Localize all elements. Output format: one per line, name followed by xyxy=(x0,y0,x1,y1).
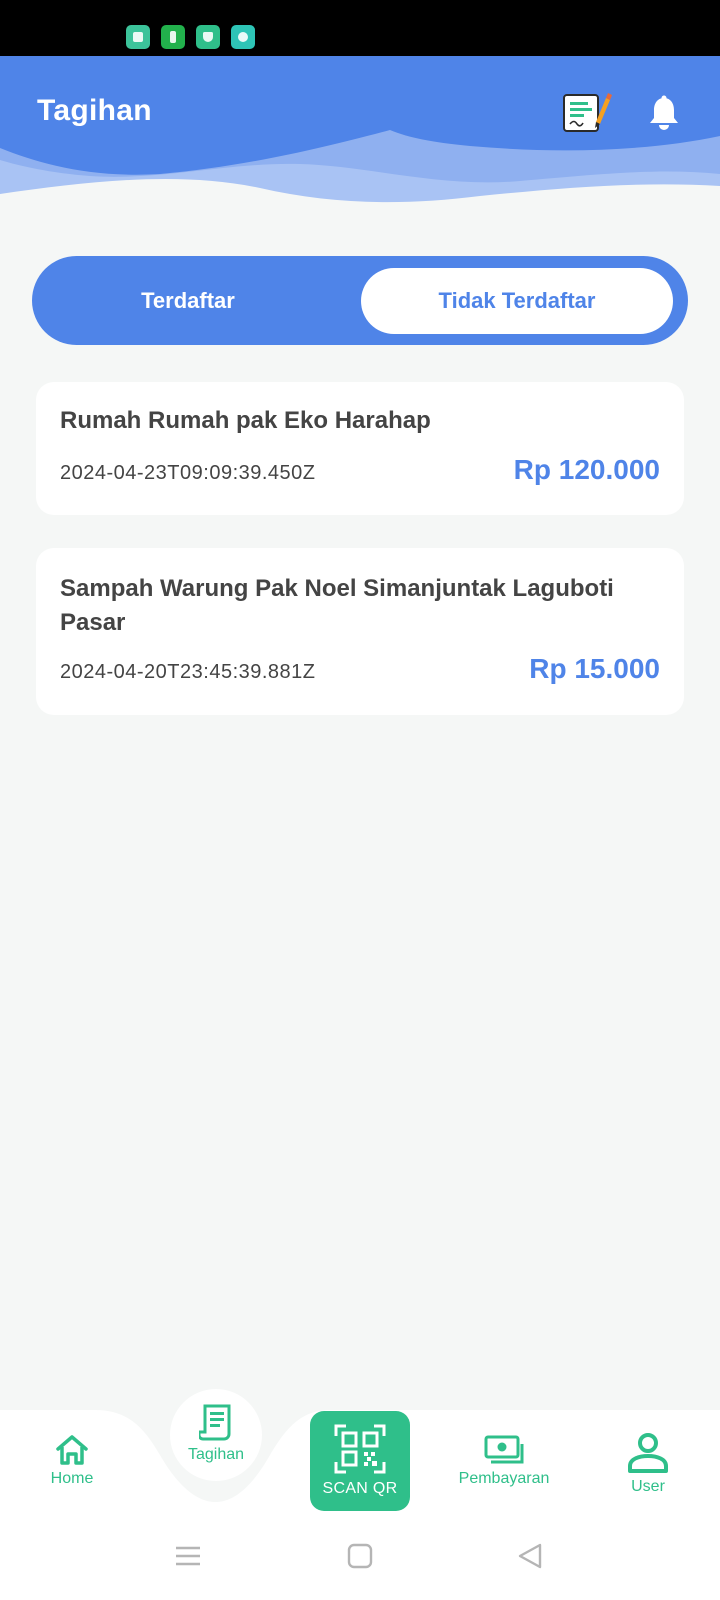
registration-tabs: Terdaftar Tidak Terdaftar xyxy=(32,256,688,345)
nav-tagihan[interactable]: Tagihan xyxy=(176,1404,256,1464)
home-square-icon[interactable] xyxy=(346,1542,374,1570)
gallery-notification-icon xyxy=(126,25,150,49)
bill-date: 2024-04-20T23:45:39.881Z xyxy=(60,661,316,683)
notification-button[interactable] xyxy=(637,86,691,140)
bill-card[interactable]: Sampah Warung Pak Noel Simanjuntak Lagub… xyxy=(36,548,684,715)
receipt-icon xyxy=(199,1404,231,1441)
menu-icon[interactable] xyxy=(174,1542,202,1570)
bill-title: Rumah Rumah pak Eko Harahap xyxy=(60,407,431,434)
bill-amount: Rp 15.000 xyxy=(529,653,660,684)
report-icon xyxy=(563,93,612,132)
user-icon xyxy=(628,1433,668,1473)
scan-qr-label: SCAN QR xyxy=(322,1480,398,1497)
tab-tidak-terdaftar[interactable]: Tidak Terdaftar xyxy=(361,268,673,334)
bill-title: Sampah Warung Pak Noel Simanjuntak Lagub… xyxy=(60,575,614,636)
app-header: Tagihan xyxy=(0,56,720,216)
app-notification-icon xyxy=(161,25,185,49)
nav-pembayaran[interactable]: Pembayaran xyxy=(452,1434,556,1488)
payment-icon xyxy=(484,1435,524,1464)
back-icon[interactable] xyxy=(516,1542,544,1570)
nav-tagihan-label: Tagihan xyxy=(187,1446,245,1463)
system-navigation-bar xyxy=(0,1520,720,1600)
status-bar xyxy=(0,0,720,56)
page-title: Tagihan xyxy=(37,94,152,127)
home-icon xyxy=(56,1435,88,1465)
shield-notification-icon xyxy=(196,25,220,49)
report-button[interactable] xyxy=(560,86,614,140)
nav-home-label: Home xyxy=(50,1470,94,1487)
qr-code-icon xyxy=(334,1424,386,1474)
nav-pembayaran-label: Pembayaran xyxy=(458,1470,550,1487)
bill-date: 2024-04-23T09:09:39.450Z xyxy=(60,462,316,484)
settings-notification-icon xyxy=(231,25,255,49)
nav-user-label: User xyxy=(631,1478,665,1495)
tab-terdaftar[interactable]: Terdaftar xyxy=(32,268,344,334)
scan-qr-button[interactable]: SCAN QR xyxy=(310,1411,410,1511)
bell-icon xyxy=(650,95,678,130)
nav-user[interactable]: User xyxy=(616,1430,680,1496)
nav-home[interactable]: Home xyxy=(40,1434,104,1488)
bill-card[interactable]: Rumah Rumah pak Eko Harahap 2024-04-23T0… xyxy=(36,382,684,515)
bill-amount: Rp 120.000 xyxy=(513,454,660,485)
